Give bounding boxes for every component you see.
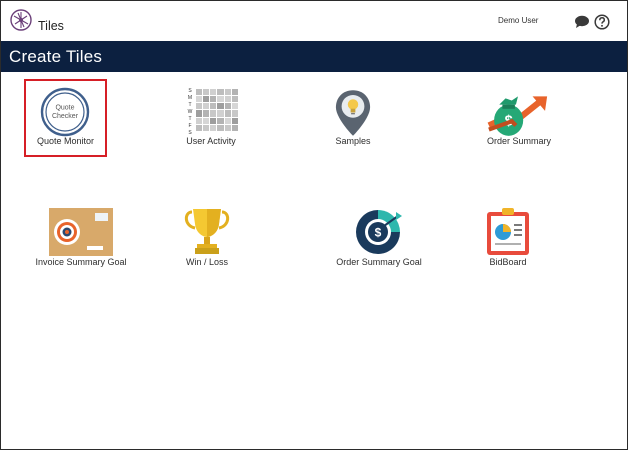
user-name[interactable]: Demo User [498, 16, 538, 25]
app-title: Tiles [38, 19, 64, 33]
calendar-cell [210, 103, 217, 110]
chat-icon[interactable] [574, 15, 590, 29]
calendar-cell [203, 117, 210, 124]
map-pin-bulb-icon [335, 90, 371, 136]
calendar-cell [217, 103, 224, 110]
calendar-cell [210, 124, 217, 131]
calendar-cell [203, 110, 210, 117]
calendar-cell [210, 110, 217, 117]
calendar-cell [224, 117, 231, 124]
calendar-cell [210, 117, 217, 124]
calendar-cell [217, 110, 224, 117]
calendar-cell [224, 89, 231, 96]
page-title: Create Tiles [9, 47, 103, 66]
tile-user-activity[interactable]: SMTWTFS User Activity [169, 85, 253, 155]
weekday-letter: T [188, 102, 192, 108]
calendar-cell [203, 103, 210, 110]
calendar-cell [224, 103, 231, 110]
help-icon[interactable] [594, 14, 610, 30]
weekday-letter: W [187, 109, 193, 115]
calendar-cell [231, 103, 238, 110]
trophy-icon [184, 209, 230, 254]
calendar-cell [196, 103, 203, 110]
tile-label: Order Summary [486, 136, 551, 146]
calendar-cell [231, 124, 238, 131]
weekday-letter: F [188, 123, 192, 129]
weekday-letter: T [188, 116, 192, 122]
calendar-cell [196, 96, 203, 103]
selection-highlight [24, 79, 107, 157]
calendar-cell [217, 117, 224, 124]
calendar-cell [196, 110, 203, 117]
tile-label: Order Summary Goal [336, 257, 422, 267]
calendar-cell [196, 117, 203, 124]
calendar-cell [203, 89, 210, 96]
dollar-target-icon: $ [356, 210, 402, 254]
money-bag-arrow-icon: $ [487, 96, 548, 136]
tile-bidboard[interactable]: BidBoard [478, 206, 538, 268]
calendar-cell [203, 96, 210, 103]
calendar-cell [231, 89, 238, 96]
tile-label: Samples [335, 136, 371, 146]
app-window: Tiles Demo User Create Tiles Quote Check… [0, 0, 628, 450]
tile-win-loss[interactable]: Win / Loss [169, 206, 245, 268]
top-bar: Tiles Demo User [1, 1, 627, 41]
calendar-cell [217, 96, 224, 103]
calendar-cell [224, 124, 231, 131]
tile-order-summary[interactable]: $ Order Summary [479, 85, 559, 155]
calendar-cell [231, 117, 238, 124]
calendar-cell [210, 89, 217, 96]
tile-label: User Activity [186, 136, 236, 146]
tile-label: BidBoard [489, 257, 527, 267]
calendar-cell [231, 96, 238, 103]
tile-order-summary-goal[interactable]: $ Order Summary Goal [334, 206, 424, 268]
tile-label: Win / Loss [185, 257, 228, 267]
target-envelope-icon [49, 208, 113, 256]
tile-label: Invoice Summary Goal [35, 257, 127, 267]
calendar-cell [224, 110, 231, 117]
calendar-cell [224, 96, 231, 103]
calendar-cell [196, 124, 203, 131]
calendar-cell [203, 124, 210, 131]
tile-samples[interactable]: Samples [313, 85, 393, 155]
page-banner: Create Tiles [1, 41, 627, 72]
clipboard-chart-icon [487, 208, 529, 255]
weekday-letter: M [187, 95, 193, 101]
logo-icon[interactable] [10, 9, 32, 31]
svg-text:$: $ [375, 226, 382, 240]
tile-invoice-summary-goal[interactable]: Invoice Summary Goal [31, 206, 131, 268]
calendar-cell [217, 124, 224, 131]
calendar-cell [210, 96, 217, 103]
calendar-cell [217, 89, 224, 96]
calendar-cell [231, 110, 238, 117]
calendar-cell [196, 89, 203, 96]
weekday-letter: S [188, 88, 192, 94]
calendar-grid-icon: SMTWTFS [187, 88, 238, 138]
